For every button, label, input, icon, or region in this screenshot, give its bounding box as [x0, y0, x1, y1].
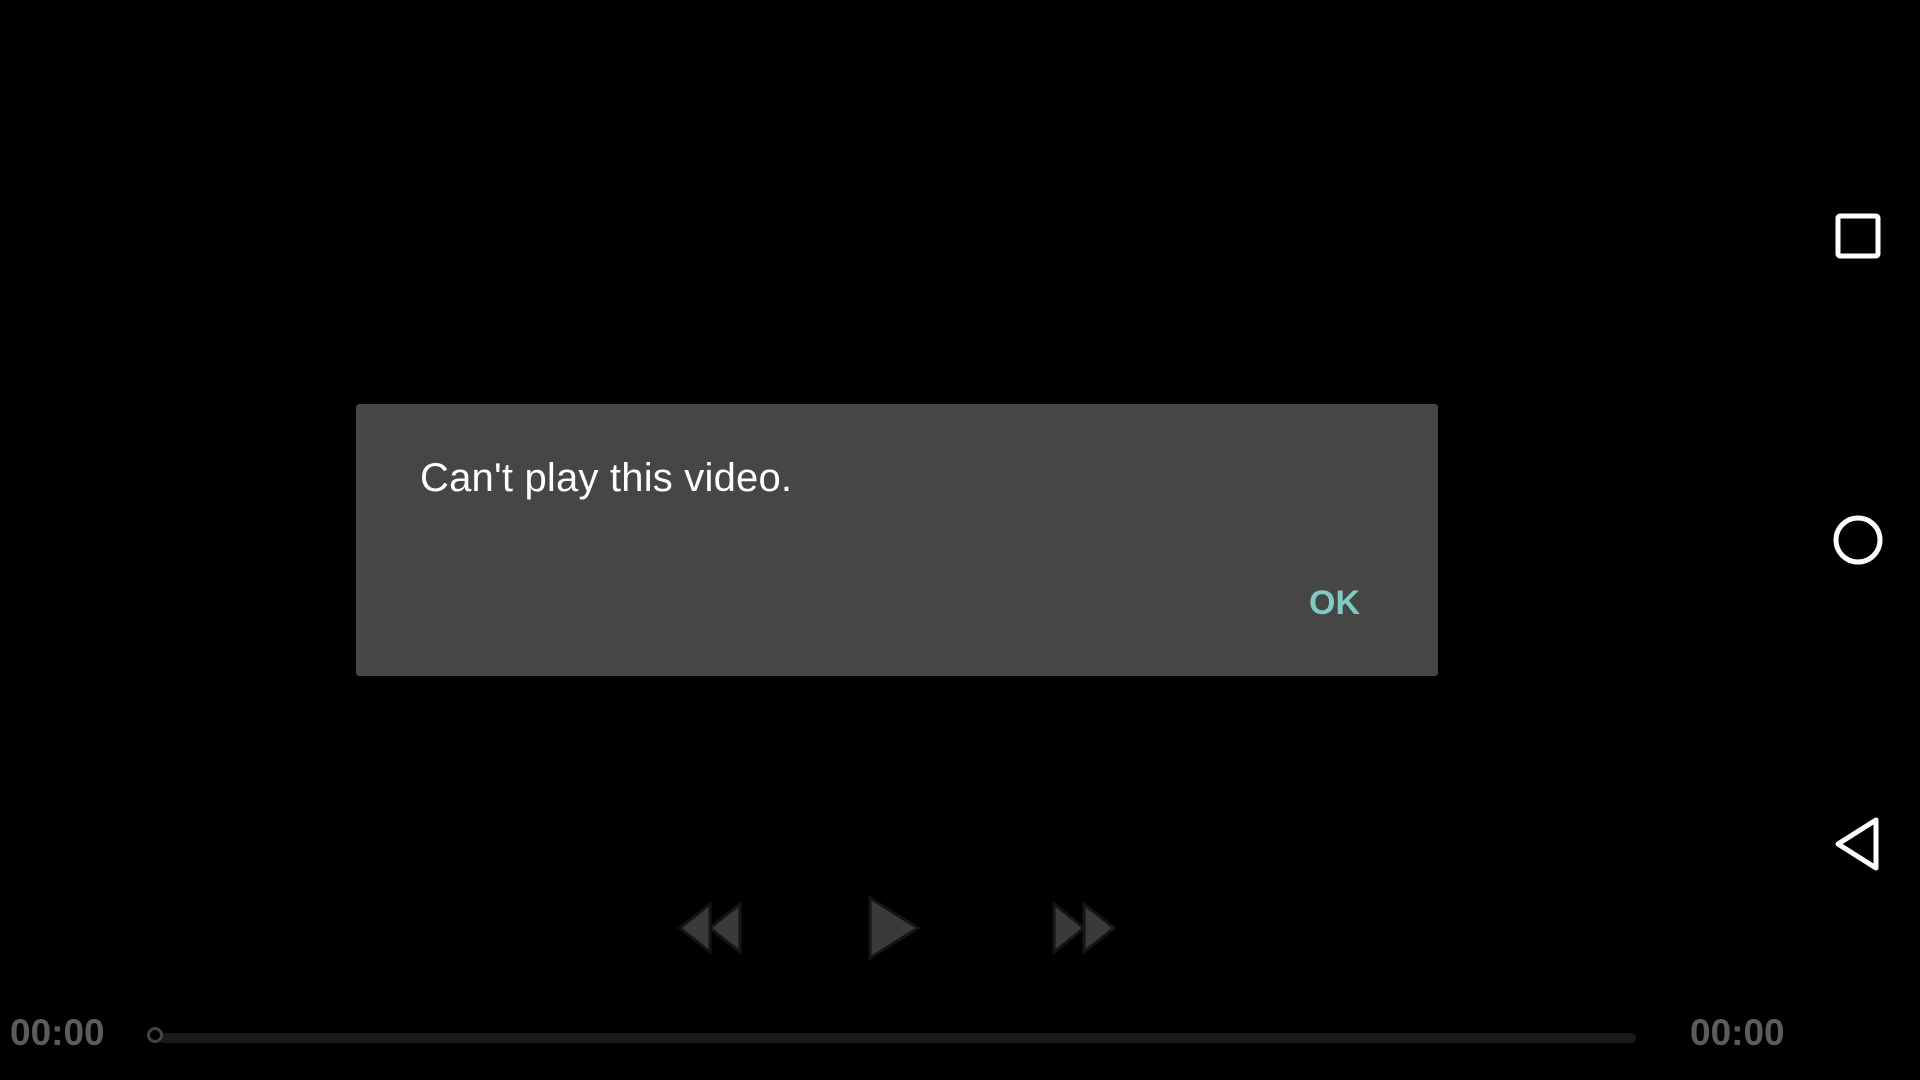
video-player-screen: Can't play this video. OK 00:00 00:00 [0, 0, 1920, 1080]
recents-button[interactable] [1820, 198, 1896, 274]
current-time: 00:00 [10, 1012, 105, 1053]
seek-thumb[interactable] [147, 1027, 163, 1043]
home-button[interactable] [1820, 502, 1896, 578]
seek-bar[interactable] [158, 1033, 1636, 1043]
rewind-icon [677, 900, 742, 956]
error-dialog: Can't play this video. OK [356, 404, 1438, 676]
fast-forward-button[interactable] [1048, 896, 1120, 960]
play-icon [868, 895, 921, 961]
fast-forward-icon [1052, 900, 1117, 956]
back-button[interactable] [1820, 806, 1896, 882]
ok-button[interactable]: OK [1301, 580, 1368, 627]
triangle-back-icon [1835, 817, 1879, 871]
play-button[interactable] [860, 892, 924, 964]
dialog-message: Can't play this video. [420, 456, 793, 500]
rewind-button[interactable] [674, 896, 746, 960]
total-time: 00:00 [1690, 1012, 1785, 1053]
square-icon [1835, 213, 1881, 259]
circle-icon [1833, 515, 1883, 565]
